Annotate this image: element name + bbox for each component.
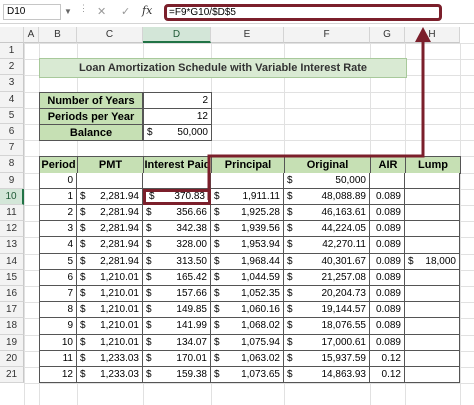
annotation-arrow xyxy=(207,27,431,200)
annotation-arrow-head xyxy=(415,27,431,42)
annotation-arrow-line xyxy=(207,40,425,200)
